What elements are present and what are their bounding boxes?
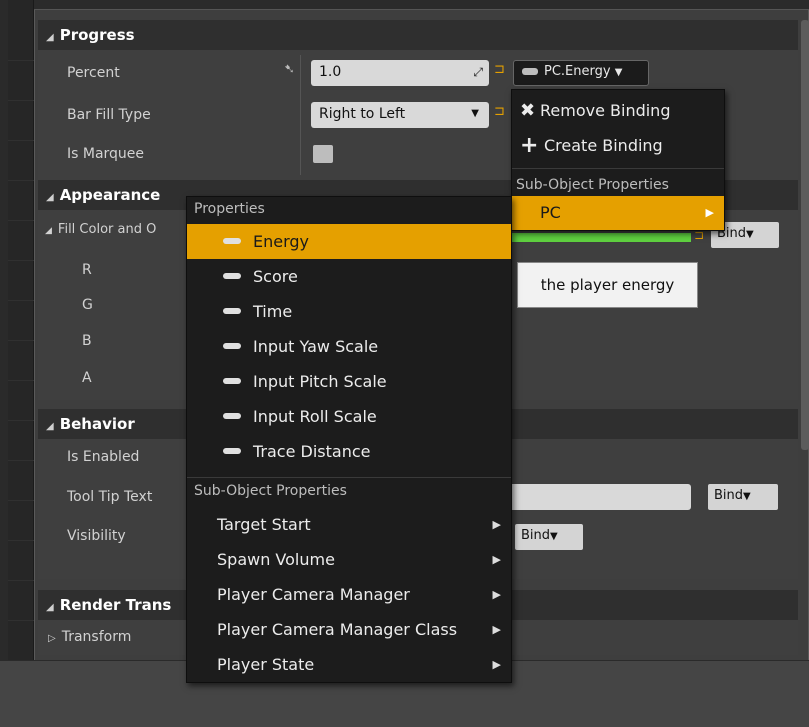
submenu-arrow-icon: ▶ [492, 658, 501, 671]
chevron-down-icon: ▼ [550, 531, 558, 542]
is-marquee-checkbox[interactable] [313, 145, 333, 163]
create-binding-item[interactable]: + Create Binding [512, 128, 724, 163]
property-item-trace-distance[interactable]: Trace Distance [187, 434, 511, 469]
submenu-arrow-icon: ▶ [492, 623, 501, 636]
chevron-down-icon: ▼ [743, 491, 751, 502]
property-pill-icon [223, 238, 241, 244]
details-scrollbar[interactable] [801, 20, 809, 450]
percent-label: Percent [67, 65, 120, 81]
collapse-triangle-icon: ◢ [46, 421, 54, 432]
property-item-input-pitch-scale[interactable]: Input Pitch Scale [187, 364, 511, 399]
sub-item-player-camera-manager-class[interactable]: Player Camera Manager Class ▶ [187, 612, 511, 647]
column-divider [300, 55, 301, 175]
bar-fill-type-label: Bar Fill Type [67, 107, 151, 123]
plus-icon: + [520, 133, 539, 158]
property-pill-icon [223, 343, 241, 349]
binding-link-icon: ⊐ [494, 62, 505, 77]
properties-menu: Properties Energy Score Time Input Yaw S… [186, 196, 512, 683]
remove-x-icon: ✖ [520, 100, 536, 121]
is-enabled-label: Is Enabled [67, 449, 140, 465]
sub-item-spawn-volume[interactable]: Spawn Volume ▶ [187, 542, 511, 577]
sub-object-header: Sub-Object Properties [512, 168, 724, 193]
property-pill-icon [223, 273, 241, 279]
is-marquee-label: Is Marquee [67, 146, 145, 162]
tooltip: the player energy [517, 262, 698, 308]
collapse-triangle-icon: ◢ [46, 192, 54, 203]
remove-binding-item[interactable]: ✖ Remove Binding [512, 93, 724, 128]
chevron-down-icon: ▼ [471, 108, 479, 119]
visibility-bind-button[interactable]: Bind▼ [515, 524, 583, 550]
tool-tip-text-label: Tool Tip Text [67, 489, 153, 505]
channel-g-label: G [82, 297, 93, 313]
binding-dropdown[interactable]: PC.Energy ▼ [513, 60, 649, 86]
property-item-input-yaw-scale[interactable]: Input Yaw Scale [187, 329, 511, 364]
property-pill-icon [223, 413, 241, 419]
property-pill-icon [522, 68, 538, 75]
tool-tip-bind-button[interactable]: Bind▼ [708, 484, 778, 510]
collapse-triangle-icon: ◢ [46, 602, 54, 613]
category-progress[interactable]: ◢ Progress [38, 20, 798, 50]
channel-a-label: A [82, 370, 92, 386]
fill-color-swatch[interactable] [511, 233, 691, 242]
percent-input[interactable]: 1.0 ⤢ [311, 60, 489, 86]
expand-triangle-icon: ▷ [48, 633, 56, 644]
chevron-down-icon: ▼ [614, 67, 623, 78]
property-item-energy[interactable]: Energy [187, 224, 511, 259]
property-item-score[interactable]: Score [187, 259, 511, 294]
submenu-arrow-icon: ▶ [492, 518, 501, 531]
sub-item-player-camera-manager[interactable]: Player Camera Manager ▶ [187, 577, 511, 612]
reset-arrow-icon[interactable]: ➷ [284, 62, 295, 77]
pc-item[interactable]: PC ▶ [512, 196, 724, 230]
submenu-arrow-icon: ▶ [492, 588, 501, 601]
binding-link-icon: ⊐ [494, 104, 505, 119]
expand-icon: ⤢ [473, 65, 483, 79]
chevron-down-icon: ▼ [746, 229, 754, 240]
collapse-triangle-icon: ◢ [46, 32, 54, 43]
transform-row[interactable]: ▷ Transform [48, 629, 131, 645]
sub-object-properties-header: Sub-Object Properties [187, 477, 511, 499]
submenu-arrow-icon: ▶ [492, 553, 501, 566]
sub-item-player-state[interactable]: Player State ▶ [187, 647, 511, 682]
property-pill-icon [223, 448, 241, 454]
tool-tip-text-input[interactable] [505, 484, 691, 510]
channel-r-label: R [82, 262, 92, 278]
sub-item-target-start[interactable]: Target Start ▶ [187, 507, 511, 542]
binding-menu: ✖ Remove Binding + Create Binding Sub-Obje… [511, 89, 725, 231]
property-pill-icon [223, 378, 241, 384]
bar-fill-type-select[interactable]: Right to Left ▼ [311, 102, 489, 128]
channel-b-label: B [82, 333, 92, 349]
fill-color-label: ◢ Fill Color and O [45, 222, 157, 237]
collapse-triangle-icon: ◢ [45, 226, 52, 236]
panel-top-border [34, 0, 809, 10]
property-item-input-roll-scale[interactable]: Input Roll Scale [187, 399, 511, 434]
submenu-arrow-icon: ▶ [705, 206, 714, 219]
property-item-time[interactable]: Time [187, 294, 511, 329]
outer-left-strip [0, 0, 8, 660]
visibility-label: Visibility [67, 528, 126, 544]
property-pill-icon [223, 308, 241, 314]
tree-column [8, 0, 34, 660]
properties-header: Properties [194, 201, 265, 217]
